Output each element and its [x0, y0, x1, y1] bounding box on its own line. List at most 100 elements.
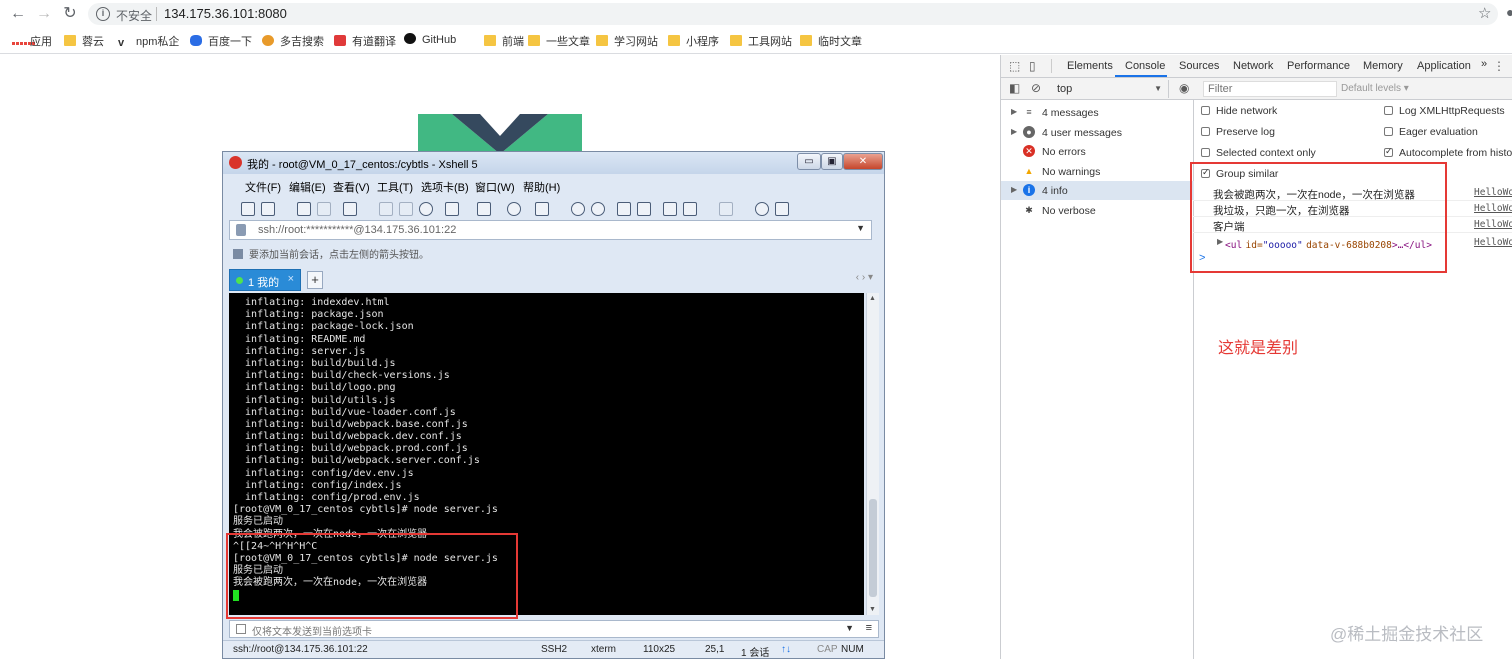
checkbox[interactable] [1201, 127, 1210, 136]
bookmark-item[interactable]: 多吉搜索 [262, 33, 324, 49]
copy-icon[interactable] [379, 202, 393, 216]
more-options-icon[interactable]: ⋮ [1493, 59, 1505, 73]
bookmark-item[interactable]: GitHub [404, 33, 456, 49]
tab-console[interactable]: Console [1125, 60, 1165, 72]
tab-sources[interactable]: Sources [1179, 60, 1219, 72]
preserve-log-option[interactable]: Preserve log [1201, 126, 1275, 138]
menu-item[interactable]: 选项卡(B) [421, 179, 469, 195]
session-arrows-icon[interactable]: ↑↓ [781, 644, 791, 655]
sidebar-item-verbose[interactable]: ✱ No verbose [1001, 201, 1194, 220]
menu-item[interactable]: 编辑(E) [289, 179, 326, 195]
lock-icon[interactable] [637, 202, 651, 216]
bookmark-item[interactable]: 工具网站 [730, 33, 792, 49]
menu-item[interactable]: 工具(T) [377, 179, 413, 195]
arrow-icon[interactable] [233, 249, 243, 259]
profile-icon[interactable]: ● [1506, 4, 1512, 20]
menu-item[interactable]: 查看(V) [333, 179, 370, 195]
hide-network-option[interactable]: Hide network [1201, 105, 1277, 117]
console-message-source[interactable]: HelloWorld.v [1474, 187, 1512, 198]
globe-icon[interactable] [507, 202, 521, 216]
menu-item[interactable]: 文件(F) [245, 179, 281, 195]
paste-icon[interactable] [399, 202, 413, 216]
scroll-down-icon[interactable]: ▼ [869, 606, 876, 613]
checkbox-checked[interactable] [1384, 146, 1393, 157]
info-icon[interactable]: i [96, 7, 110, 21]
bookmark-item[interactable]: 学习网站 [596, 33, 658, 49]
chat-icon[interactable] [775, 202, 789, 216]
checkbox[interactable] [1201, 148, 1210, 157]
layout-icon[interactable] [719, 202, 733, 216]
device-toolbar-icon[interactable]: ▯ [1029, 59, 1036, 73]
bookmark-item[interactable]: 小程序 [668, 33, 719, 49]
autocomplete-option[interactable]: Autocomplete from history [1384, 146, 1512, 159]
font-icon[interactable] [535, 202, 549, 216]
bookmark-item[interactable]: 一些文章 [528, 33, 590, 49]
console-message-source[interactable]: HelloWorld.v [1474, 203, 1512, 214]
scroll-thumb[interactable] [869, 499, 877, 597]
log-levels-dropdown[interactable]: Default levels ▾ [1341, 83, 1409, 94]
tab-performance[interactable]: Performance [1287, 60, 1350, 72]
tab-application[interactable]: Application [1417, 60, 1471, 72]
sidebar-item-info[interactable]: ▶ i 4 info [1001, 181, 1194, 200]
console-message-source[interactable]: HelloWorld.v [1474, 219, 1512, 230]
checkbox[interactable] [1201, 106, 1210, 115]
properties-icon[interactable] [343, 202, 357, 216]
reload-icon[interactable]: ↻ [60, 4, 80, 24]
minimize-button[interactable]: ▭ [797, 153, 821, 170]
menu-item[interactable]: 帮助(H) [523, 179, 560, 195]
connect-icon[interactable] [297, 202, 311, 216]
restore-button[interactable]: ▣ [821, 153, 843, 170]
session-address-field[interactable]: ssh://root:***********@134.175.36.101:22… [229, 220, 872, 240]
tab-close-icon[interactable]: × [288, 273, 294, 285]
bookmark-item[interactable]: 蓉云 [64, 33, 104, 49]
terminal-scrollbar[interactable]: ▲ ▼ [866, 293, 879, 615]
log-xhr-option[interactable]: Log XMLHttpRequests [1384, 105, 1505, 117]
sidebar-item-warning[interactable]: ▲ No warnings [1001, 162, 1194, 181]
bookmark-item[interactable]: 前端 [484, 33, 524, 49]
sidebar-toggle-icon[interactable]: ◧ [1009, 81, 1020, 95]
compose-bar[interactable]: 仅将文本发送到当前选项卡 ▼ ≡ [229, 620, 879, 638]
inspect-icon[interactable]: ⬚ [1009, 59, 1020, 73]
sidebar-item-user[interactable]: ▶ ● 4 user messages [1001, 123, 1194, 142]
xftp-icon[interactable] [571, 202, 585, 216]
add-tab-button[interactable]: + [307, 271, 323, 289]
chevron-down-icon[interactable]: ▼ [856, 223, 865, 233]
find-icon[interactable] [419, 202, 433, 216]
disconnect-icon[interactable] [317, 202, 331, 216]
filter-input[interactable] [1203, 81, 1337, 97]
bookmark-item[interactable]: v npm私企 [118, 33, 179, 49]
back-icon[interactable]: ← [8, 4, 28, 24]
url-text[interactable]: 134.175.36.101:8080 [164, 6, 287, 21]
sidebar-item-list[interactable]: ▶ ≡ 4 messages [1001, 103, 1194, 122]
open-folder-icon[interactable] [261, 202, 275, 216]
eye-icon[interactable]: ◉ [1179, 81, 1189, 95]
bookmark-item[interactable]: 有道翻译 [334, 33, 396, 49]
menu-item[interactable]: 窗口(W) [475, 179, 515, 195]
clear-console-icon[interactable]: ⊘ [1031, 81, 1041, 95]
close-button[interactable]: ✕ [843, 153, 883, 170]
help-icon[interactable] [755, 202, 769, 216]
eager-eval-option[interactable]: Eager evaluation [1384, 126, 1478, 138]
selected-context-option[interactable]: Selected context only [1201, 147, 1316, 159]
tab-nav-arrows[interactable]: ‹ › ▾ [856, 272, 873, 283]
expand-triangle-icon[interactable]: ▶ [1011, 127, 1017, 136]
bookmark-item[interactable]: 应用 [12, 33, 52, 49]
transfer-icon[interactable] [477, 202, 491, 216]
compose-menu-icon[interactable]: ≡ [866, 622, 872, 634]
sidebar-item-error[interactable]: ✕ No errors [1001, 142, 1194, 161]
address-bar[interactable]: i 不安全 134.175.36.101:8080 [88, 3, 1498, 25]
xshell-titlebar[interactable]: 我的 - root@VM_0_17_centos:/cybtls - Xshel… [223, 152, 884, 174]
add-pane-icon[interactable] [683, 202, 697, 216]
bookmark-star-icon[interactable]: ☆ [1478, 4, 1491, 22]
tunnel-icon[interactable] [591, 202, 605, 216]
checkbox[interactable] [1384, 127, 1393, 136]
compose-dropdown-icon[interactable]: ▼ [845, 623, 854, 633]
new-session-icon[interactable] [241, 202, 255, 216]
checkbox[interactable] [1384, 106, 1393, 115]
forward-icon[interactable]: → [34, 4, 54, 24]
tab-elements[interactable]: Elements [1067, 60, 1113, 72]
tab-session-1[interactable]: 1 我的 × [229, 269, 301, 291]
bookmark-item[interactable]: 临时文章 [800, 33, 862, 49]
print-icon[interactable] [445, 202, 459, 216]
scroll-up-icon[interactable]: ▲ [869, 295, 876, 302]
